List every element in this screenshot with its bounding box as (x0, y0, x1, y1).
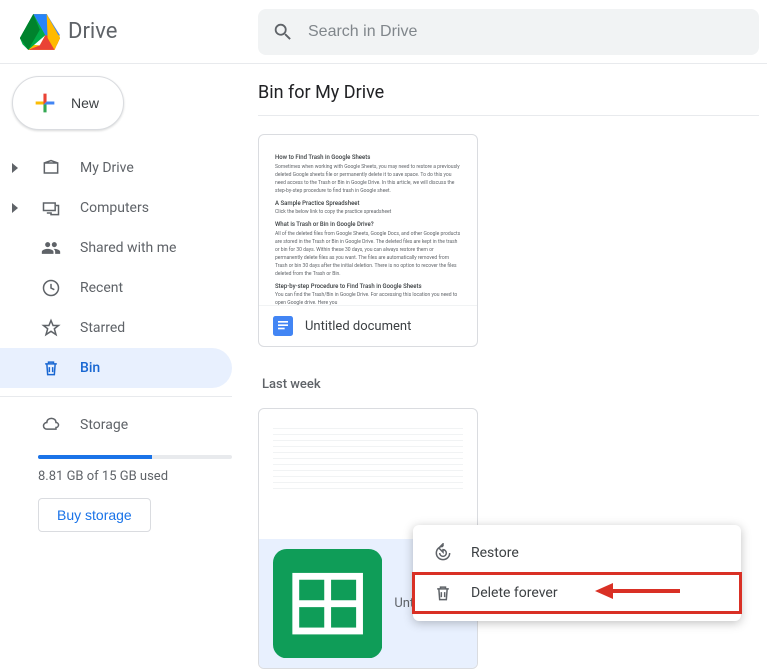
document-preview: How to Find Trash in Google Sheets Somet… (259, 135, 477, 305)
chevron-right-icon (8, 203, 22, 213)
sidebar-item-label: My Drive (80, 160, 134, 176)
search-bar[interactable] (258, 9, 759, 55)
trash-icon (433, 583, 453, 603)
storage-used-text: 8.81 GB of 15 GB used (38, 469, 232, 484)
sidebar-item-bin[interactable]: Bin (0, 348, 232, 388)
chevron-right-icon (8, 163, 22, 173)
drive-logo-area[interactable]: Drive (8, 12, 258, 52)
new-button[interactable]: New (12, 76, 124, 130)
divider (0, 396, 232, 397)
spreadsheet-preview (259, 409, 477, 539)
menu-item-label: Restore (471, 545, 519, 561)
sidebar-item-label: Recent (80, 280, 123, 296)
sidebar-item-shared[interactable]: Shared with me (0, 228, 232, 268)
sidebar-item-label: Bin (80, 360, 100, 376)
page-title: Bin for My Drive (258, 82, 759, 115)
bin-icon (40, 358, 62, 378)
menu-item-label: Delete forever (471, 585, 558, 601)
drive-logo-icon (20, 12, 60, 52)
my-drive-icon (40, 158, 62, 178)
recent-icon (40, 278, 62, 298)
storage-label: Storage (80, 417, 128, 433)
buy-storage-button[interactable]: Buy storage (38, 498, 151, 532)
star-icon (40, 318, 62, 338)
section-label: Last week (262, 377, 759, 392)
plus-icon (31, 89, 59, 117)
sidebar-item-recent[interactable]: Recent (0, 268, 232, 308)
app-name: Drive (68, 19, 117, 44)
context-menu: Restore Delete forever (413, 525, 741, 621)
menu-item-delete-forever[interactable]: Delete forever (413, 573, 741, 613)
shared-icon (40, 238, 62, 258)
menu-item-restore[interactable]: Restore (413, 533, 741, 573)
sidebar-item-storage[interactable]: Storage (0, 405, 232, 445)
divider (258, 115, 759, 116)
storage-bar (38, 455, 232, 459)
sidebar-item-label: Shared with me (80, 240, 176, 256)
search-input[interactable] (308, 23, 745, 41)
sidebar: New My Drive Computers Shared with me (0, 64, 250, 670)
cloud-icon (40, 415, 62, 435)
sidebar-item-starred[interactable]: Starred (0, 308, 232, 348)
computers-icon (40, 198, 62, 218)
docs-icon (273, 316, 293, 336)
sheets-icon (273, 549, 382, 658)
restore-icon (433, 543, 453, 563)
new-button-label: New (71, 95, 99, 111)
sidebar-item-label: Starred (80, 320, 125, 336)
document-name: Untitled document (305, 319, 411, 334)
sidebar-item-label: Computers (80, 200, 149, 216)
search-icon (272, 21, 294, 43)
storage-fill (38, 455, 152, 459)
sidebar-item-computers[interactable]: Computers (0, 188, 232, 228)
sidebar-item-my-drive[interactable]: My Drive (0, 148, 232, 188)
document-card[interactable]: How to Find Trash in Google Sheets Somet… (258, 134, 478, 347)
